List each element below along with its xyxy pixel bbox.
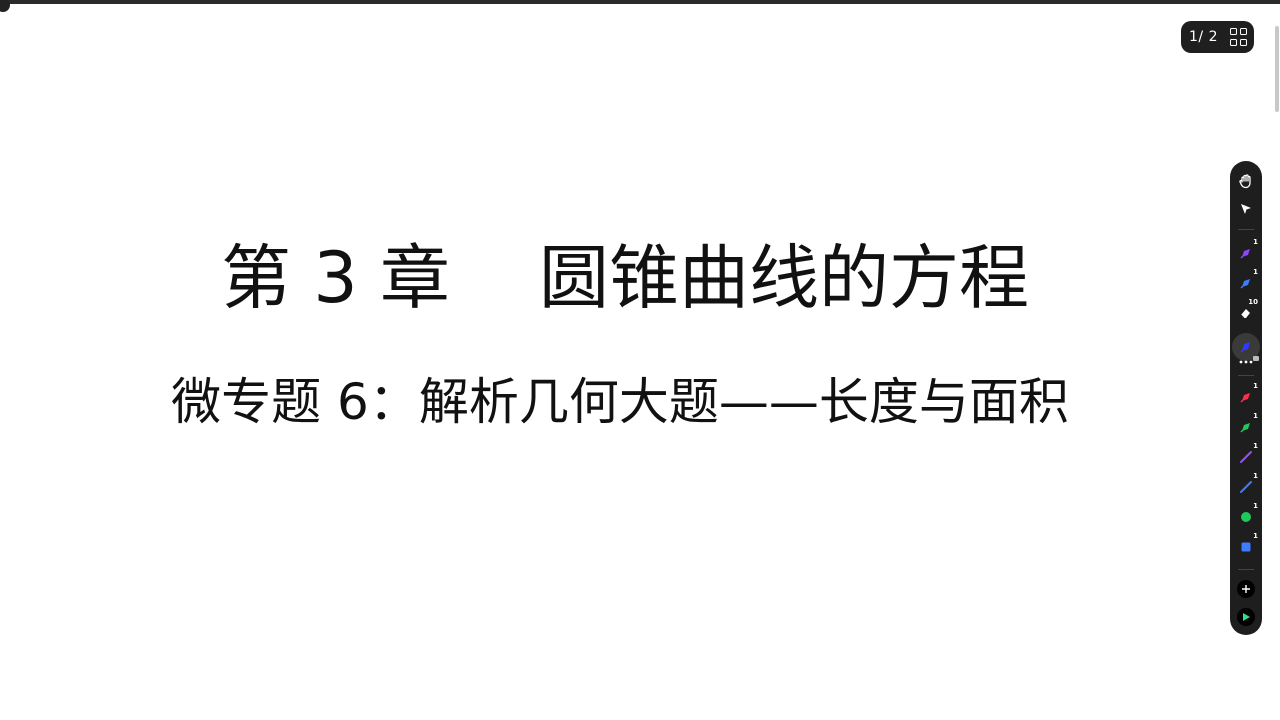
tool-badge: 1: [1253, 382, 1258, 390]
highlighter-icon: [1240, 279, 1250, 289]
page-indicator[interactable]: 1/ 2: [1181, 21, 1254, 53]
app-corner-icon[interactable]: [0, 0, 10, 12]
play-arrow-icon: [1237, 608, 1255, 626]
vertical-scrollbar[interactable]: [1275, 26, 1279, 112]
select-tool-button[interactable]: [1234, 197, 1258, 221]
annotation-toolbar: 1 1 10 1 1 1 1 1 1: [1230, 161, 1262, 635]
blue-square-button[interactable]: 1: [1234, 532, 1258, 559]
purple-line-button[interactable]: 1: [1234, 442, 1258, 469]
top-bar: [0, 0, 1280, 4]
tool-badge: 10: [1248, 298, 1258, 306]
slide-title: 第 3 章 圆锥曲线的方程: [220, 237, 1030, 319]
plus-icon: [1237, 580, 1255, 598]
page-number-text: 1/ 2: [1189, 29, 1218, 45]
highlighter-icon: [1240, 393, 1250, 403]
eraser-icon: [1240, 309, 1250, 319]
tool-badge: 1: [1253, 268, 1258, 276]
hand-tool-button[interactable]: [1234, 169, 1258, 193]
tool-badge: 1: [1253, 532, 1258, 540]
blue-highlighter-button[interactable]: 1: [1234, 268, 1258, 295]
add-tool-button[interactable]: [1234, 577, 1258, 601]
red-highlighter-button[interactable]: 1: [1234, 382, 1258, 409]
tool-badge: 1: [1253, 412, 1258, 420]
grid-view-icon[interactable]: [1230, 28, 1248, 46]
circle-icon: [1241, 512, 1251, 522]
purple-highlighter-button[interactable]: 1: [1234, 238, 1258, 265]
green-highlighter-button[interactable]: 1: [1234, 412, 1258, 439]
toolbar-divider: [1238, 375, 1254, 376]
cursor-arrow-icon: [1241, 204, 1251, 214]
toolbar-divider: [1238, 569, 1254, 570]
square-icon: [1241, 542, 1251, 552]
expand-toolbar-button[interactable]: [1234, 605, 1258, 629]
more-options-button[interactable]: [1234, 355, 1258, 369]
line-icon: [1240, 451, 1252, 463]
toolbar-divider: [1238, 229, 1254, 230]
highlighter-icon: [1240, 423, 1250, 433]
slide-subtitle: 微专题 6：解析几何大题——长度与面积: [171, 373, 1069, 431]
tool-badge: 1: [1253, 442, 1258, 450]
more-horizontal-icon: [1239, 360, 1253, 364]
line-icon: [1240, 481, 1252, 493]
tool-badge: 1: [1253, 502, 1258, 510]
tool-badge: 1: [1253, 472, 1258, 480]
eraser-button[interactable]: 10: [1234, 298, 1258, 325]
green-circle-button[interactable]: 1: [1234, 502, 1258, 529]
tool-badge: 1: [1253, 238, 1258, 246]
blue-line-button[interactable]: 1: [1234, 472, 1258, 499]
hand-icon: [1239, 174, 1251, 189]
pen-icon: [1240, 342, 1250, 353]
highlighter-icon: [1240, 249, 1250, 259]
